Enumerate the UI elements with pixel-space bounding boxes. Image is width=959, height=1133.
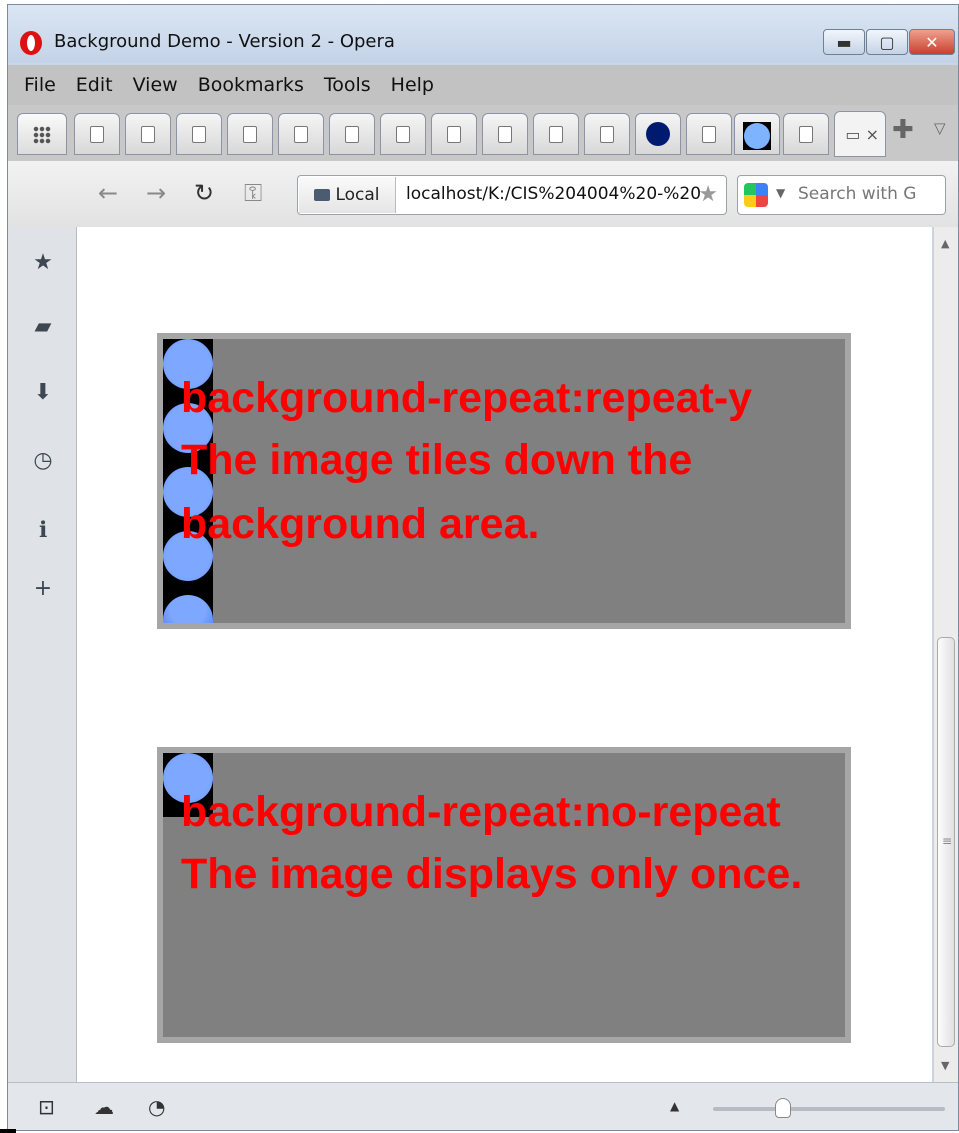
scroll-up-arrow-icon[interactable]: ▲: [941, 237, 949, 250]
tab[interactable]: [227, 113, 273, 155]
search-field[interactable]: ▼ Search with G: [737, 175, 946, 215]
zoom-slider-handle[interactable]: [774, 1098, 791, 1118]
page-icon: [345, 126, 359, 143]
speed-dial-tab[interactable]: [17, 113, 67, 155]
tab[interactable]: [533, 113, 579, 155]
star-icon[interactable]: ★: [30, 249, 56, 275]
window-title: Background Demo - Version 2 - Opera: [54, 31, 395, 52]
add-panel-icon[interactable]: +: [30, 575, 56, 601]
menu-file[interactable]: File: [24, 74, 56, 96]
menu-view[interactable]: View: [133, 74, 178, 96]
zoom-slider[interactable]: [713, 1098, 945, 1118]
tab[interactable]: [125, 113, 171, 155]
speed-dial-grid-icon: [33, 126, 51, 144]
browser-window: Background Demo - Version 2 - Opera ▬ ▢ …: [7, 4, 959, 1131]
tab[interactable]: [278, 113, 324, 155]
navy-circle-favicon-icon: [646, 122, 670, 146]
tab[interactable]: [584, 113, 630, 155]
tab-menu-icon[interactable]: ▽: [934, 119, 946, 137]
close-button[interactable]: ✕: [909, 29, 955, 55]
page-icon: [396, 126, 410, 143]
active-tab[interactable]: ▭ ×: [834, 111, 886, 157]
new-tab-icon[interactable]: ✚: [892, 115, 914, 145]
menu-help[interactable]: Help: [391, 74, 434, 96]
tab-bar: ▭ × ✚ ▽: [8, 105, 958, 161]
reload-icon[interactable]: ↻: [194, 179, 214, 207]
scroll-grip-icon: ≡: [942, 834, 953, 848]
zoom-menu-arrow-icon[interactable]: ▲: [670, 1099, 679, 1113]
tab[interactable]: [482, 113, 528, 155]
page-icon: [702, 126, 716, 143]
edge-mark: [0, 1129, 16, 1133]
tab[interactable]: [380, 113, 426, 155]
tab[interactable]: [329, 113, 375, 155]
status-bar: ⊡ ☁ ◔ ▲: [8, 1082, 958, 1130]
repeat-y-line-2: The image tiles down the: [181, 436, 693, 484]
page-icon: [447, 126, 461, 143]
bookmark-star-icon[interactable]: ★: [698, 182, 718, 207]
menu-bar: File Edit View Bookmarks Tools Help: [8, 65, 958, 105]
repeat-y-line-3: background area.: [181, 500, 540, 548]
local-badge[interactable]: Local: [299, 177, 396, 213]
notes-icon[interactable]: ▰: [30, 313, 56, 339]
tab[interactable]: [74, 113, 120, 155]
forward-icon[interactable]: →: [146, 179, 166, 207]
no-repeat-line-2: The image displays only once.: [181, 850, 803, 898]
tab[interactable]: [734, 113, 780, 155]
cloud-icon[interactable]: ☁: [94, 1095, 114, 1119]
no-repeat-box: background-repeat:no-repeat The image di…: [157, 747, 851, 1043]
no-repeat-line-1: background-repeat:no-repeat: [181, 788, 781, 836]
page-icon: [549, 126, 563, 143]
tab[interactable]: [686, 113, 732, 155]
page-icon: [600, 126, 614, 143]
search-engine-caret-icon[interactable]: ▼: [776, 186, 785, 200]
key-icon[interactable]: ⚿: [244, 179, 262, 207]
repeat-y-box: background-repeat:repeat-y The image til…: [157, 333, 851, 629]
address-toolbar: ← → ↻ ⚿ Local localhost/K:/CIS%204004%20…: [8, 161, 958, 227]
info-icon[interactable]: ℹ: [30, 517, 56, 543]
repeat-y-line-1: background-repeat:repeat-y: [181, 374, 753, 422]
title-bar[interactable]: Background Demo - Version 2 - Opera ▬ ▢ …: [8, 5, 958, 63]
page-icon: [799, 126, 813, 143]
panel-sidebar: ★ ▰ ⬇ ◷ ℹ +: [8, 227, 77, 1082]
history-icon[interactable]: ◷: [30, 447, 56, 473]
scroll-thumb[interactable]: ≡: [937, 637, 955, 1047]
tab[interactable]: [431, 113, 477, 155]
page-icon: [90, 126, 104, 143]
maximize-button[interactable]: ▢: [866, 29, 908, 55]
menu-tools[interactable]: Tools: [324, 74, 371, 96]
page-icon: [243, 126, 257, 143]
menu-edit[interactable]: Edit: [76, 74, 113, 96]
monitor-icon: [314, 189, 331, 201]
vertical-scrollbar[interactable]: ▲ ≡ ▼: [933, 227, 958, 1082]
address-field[interactable]: Local localhost/K:/CIS%204004%20-%20 ★: [297, 175, 727, 215]
downloads-icon[interactable]: ⬇: [30, 379, 56, 405]
local-label: Local: [335, 185, 380, 205]
menu-bookmarks[interactable]: Bookmarks: [198, 74, 304, 96]
page-icon: [192, 126, 206, 143]
back-icon[interactable]: ←: [98, 179, 118, 207]
blue-circle-favicon-icon: [743, 122, 771, 150]
tab[interactable]: [635, 113, 681, 155]
panel-toggle-icon[interactable]: ⊡: [38, 1095, 55, 1119]
page-icon: [498, 126, 512, 143]
page-icon: [141, 126, 155, 143]
tab[interactable]: [783, 113, 829, 155]
tile-image: [163, 595, 213, 623]
page-icon: [294, 126, 308, 143]
search-placeholder[interactable]: Search with G: [798, 184, 916, 204]
turbo-gauge-icon[interactable]: ◔: [148, 1095, 165, 1119]
tab[interactable]: [176, 113, 222, 155]
google-icon[interactable]: [744, 183, 768, 207]
minimize-button[interactable]: ▬: [823, 29, 865, 55]
page-content: background-repeat:repeat-y The image til…: [77, 227, 932, 1082]
url-text[interactable]: localhost/K:/CIS%204004%20-%20: [406, 184, 701, 204]
scroll-down-arrow-icon[interactable]: ▼: [941, 1059, 949, 1072]
opera-logo-icon[interactable]: [20, 31, 42, 55]
